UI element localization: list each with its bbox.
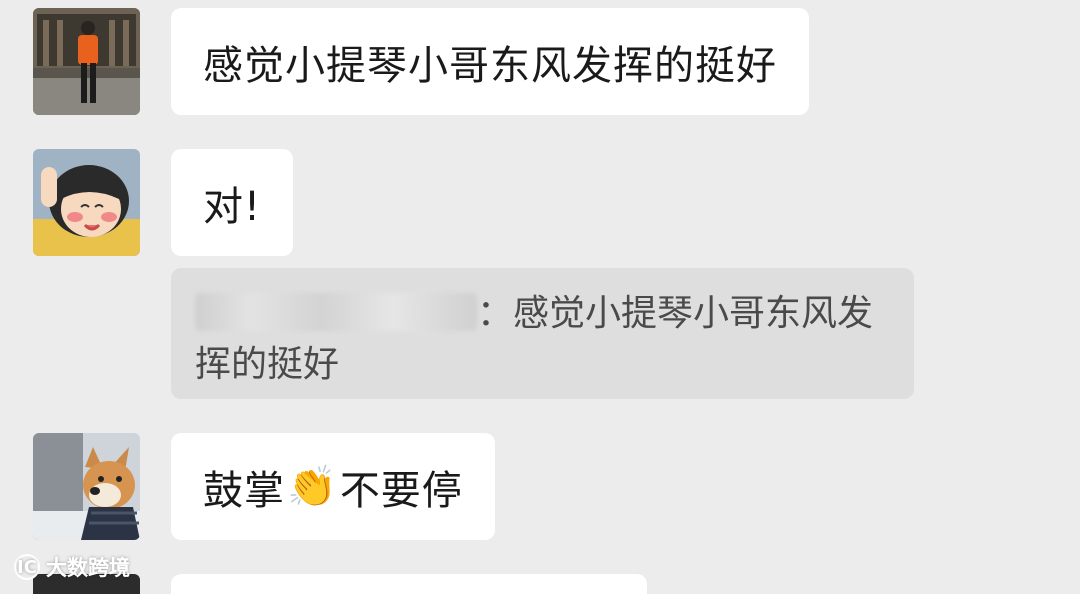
avatar[interactable] <box>33 8 140 115</box>
message-bubble[interactable]: 感觉小提琴小哥东风发挥的挺好 <box>171 8 809 115</box>
watermark: IC 大数跨境 <box>14 552 130 582</box>
message-text-part: 不要停 <box>339 467 463 514</box>
message-bubble[interactable] <box>171 574 647 594</box>
message-bubble[interactable]: 对! <box>171 149 294 256</box>
message-text: 感觉小提琴小哥东风发挥的挺好 <box>203 42 777 89</box>
message-text: 对! <box>203 183 262 230</box>
avatar[interactable] <box>33 149 140 256</box>
clapping-hands-icon: 👏 <box>287 464 338 510</box>
message-text-part: 鼓掌 <box>203 467 285 514</box>
avatar-cartoon-girl <box>33 149 140 256</box>
message-bubble[interactable]: 鼓掌 👏 不要停 <box>171 433 495 540</box>
watermark-logo-icon: IC <box>14 554 40 580</box>
message-row: 鼓掌 👏 不要停 <box>33 433 495 540</box>
message-row: 感觉小提琴小哥东风发挥的挺好 <box>33 8 809 115</box>
message-row: 对! <box>33 149 294 256</box>
quote-sender-blurred <box>195 293 477 331</box>
avatar-shiba-dog <box>33 433 140 540</box>
quoted-message[interactable]: ：感觉小提琴小哥东风发挥的挺好 <box>171 268 914 399</box>
avatar-photo-person <box>33 8 140 115</box>
watermark-text: 大数跨境 <box>46 556 130 580</box>
avatar[interactable] <box>33 433 140 540</box>
